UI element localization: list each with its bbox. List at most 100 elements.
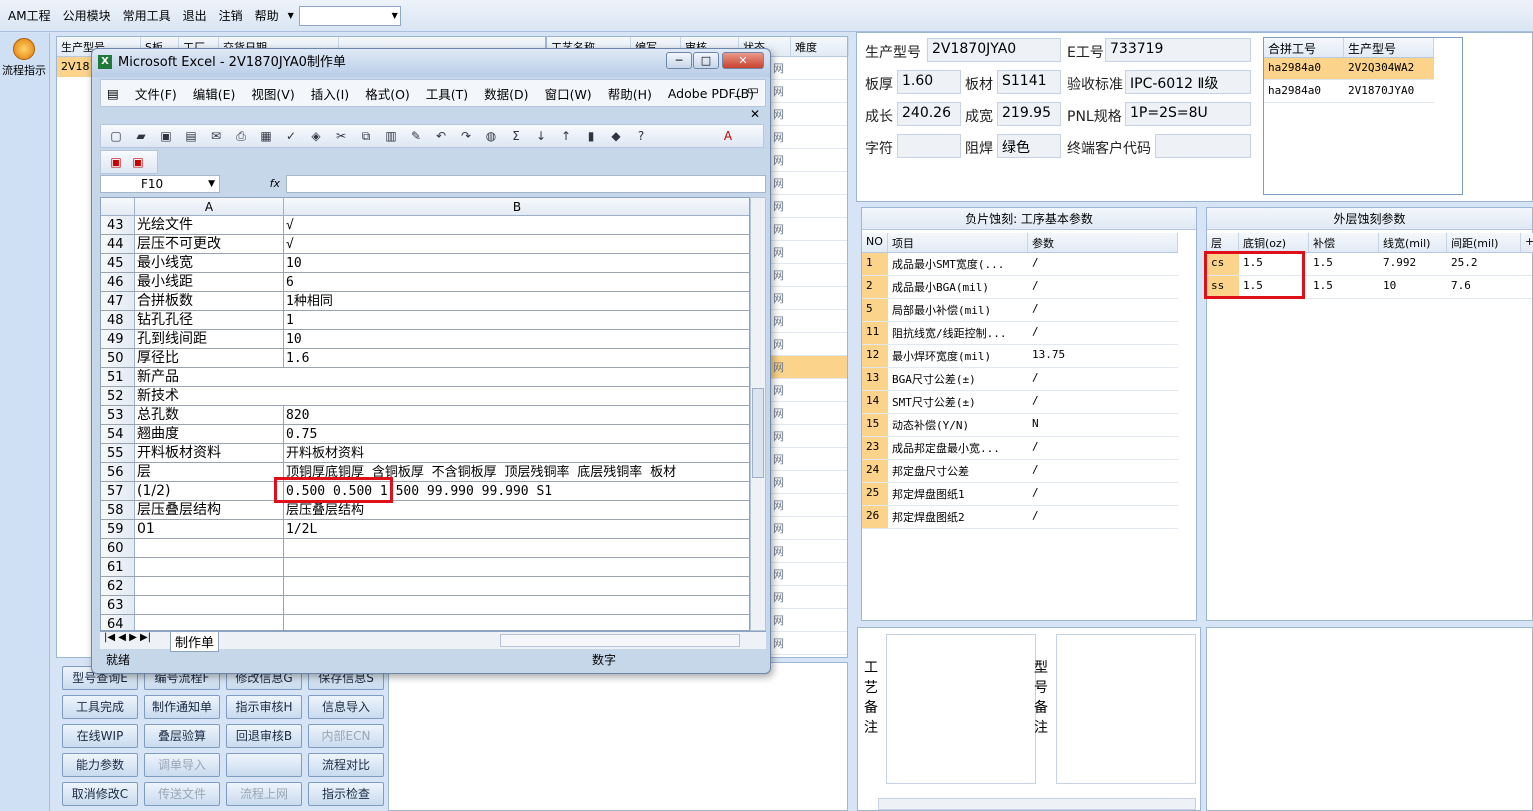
- action-button[interactable]: 调单导入: [144, 753, 220, 777]
- field-pnl[interactable]: 1P=2S=8U: [1125, 102, 1251, 126]
- cell-a[interactable]: [135, 577, 284, 595]
- row-number[interactable]: 56: [101, 463, 135, 481]
- excel-menu-format[interactable]: 格式(O): [357, 84, 418, 103]
- name-box[interactable]: F10 ▼: [100, 175, 220, 193]
- col-item[interactable]: 项目: [888, 233, 1028, 252]
- new-icon[interactable]: ▢: [109, 129, 123, 143]
- action-button[interactable]: [226, 753, 302, 777]
- field-material[interactable]: S1141: [997, 70, 1061, 94]
- drawing-icon[interactable]: ◆: [609, 129, 623, 143]
- cell-a[interactable]: [135, 615, 284, 630]
- column-header-b[interactable]: B: [284, 198, 749, 216]
- cell-b[interactable]: [284, 368, 749, 386]
- preview-icon[interactable]: ▦: [259, 129, 273, 143]
- close-icon[interactable]: ✕: [722, 52, 764, 69]
- column-header-a[interactable]: A: [135, 198, 284, 216]
- action-button[interactable]: 在线WIP: [62, 724, 138, 748]
- row-number[interactable]: 47: [101, 292, 135, 310]
- row-number[interactable]: 57: [101, 482, 135, 500]
- etch-param-row[interactable]: 23 成品邦定盘最小宽... /: [862, 437, 1178, 460]
- cell-b[interactable]: 10: [284, 254, 749, 272]
- etch-param-row[interactable]: 1 成品最小SMT宽度(... /: [862, 253, 1178, 276]
- etch-param-row[interactable]: 15 动态补偿(Y/N) N: [862, 414, 1178, 437]
- cell-b[interactable]: √: [284, 235, 749, 253]
- action-button[interactable]: 能力参数: [62, 753, 138, 777]
- row-number[interactable]: 59: [101, 520, 135, 538]
- field-standard[interactable]: IPC-6012 Ⅱ级: [1125, 70, 1251, 94]
- cell-a[interactable]: 新技术: [135, 387, 284, 405]
- maximize-icon[interactable]: □: [693, 52, 719, 69]
- print-icon[interactable]: ⎙: [234, 129, 248, 143]
- cell-b[interactable]: 1: [284, 311, 749, 329]
- menu-dropdown-small[interactable]: ▼: [288, 11, 294, 20]
- cell-b[interactable]: √: [284, 216, 749, 234]
- fx-icon[interactable]: fx: [222, 175, 286, 193]
- merge-row[interactable]: ha2984a0 2V1870JYA0: [1264, 81, 1434, 103]
- cell-b[interactable]: [284, 558, 749, 576]
- row-number[interactable]: 53: [101, 406, 135, 424]
- spelling-icon[interactable]: ✓: [284, 129, 298, 143]
- undo-icon[interactable]: ↶: [434, 129, 448, 143]
- excel-menu-file[interactable]: 文件(F): [127, 84, 185, 103]
- col-layer[interactable]: 层: [1207, 233, 1239, 252]
- scroll-thumb[interactable]: [752, 388, 764, 478]
- sort-asc-icon[interactable]: ↓: [534, 129, 548, 143]
- chart-icon[interactable]: ▮: [584, 129, 598, 143]
- excel-menu-tools[interactable]: 工具(T): [418, 84, 476, 103]
- action-button[interactable]: 回退审核B: [226, 724, 302, 748]
- excel-menu-help[interactable]: 帮助(H): [600, 84, 660, 103]
- tab-nav-icons[interactable]: |◀ ◀ ▶ ▶|: [104, 632, 151, 643]
- cell-a[interactable]: (1/2): [135, 482, 284, 500]
- model-remark-field[interactable]: [1056, 634, 1196, 784]
- process-remark-field[interactable]: [886, 634, 1036, 784]
- flow-indicator-button[interactable]: 流程指示: [0, 38, 48, 82]
- field-eno[interactable]: 733719: [1105, 38, 1251, 62]
- remarks-hscroll[interactable]: [878, 798, 1196, 810]
- field-char[interactable]: [897, 134, 961, 158]
- cell-b[interactable]: 1种相同: [284, 292, 749, 310]
- cell-a[interactable]: 钻孔孔径: [135, 311, 284, 329]
- action-button[interactable]: 流程对比: [308, 753, 384, 777]
- merge-row[interactable]: ha2984a0 2V2Q304WA2: [1264, 58, 1434, 80]
- action-button[interactable]: 信息导入: [308, 695, 384, 719]
- row-number[interactable]: 62: [101, 577, 135, 595]
- select-all-corner[interactable]: [101, 198, 135, 216]
- menu-logout[interactable]: 注销: [213, 7, 249, 24]
- cell-b[interactable]: [284, 596, 749, 614]
- etch-param-row[interactable]: 2 成品最小BGA(mil) /: [862, 276, 1178, 299]
- open-icon[interactable]: ▰: [134, 129, 148, 143]
- action-button[interactable]: 内部ECN: [308, 724, 384, 748]
- row-number[interactable]: 46: [101, 273, 135, 291]
- cell-b[interactable]: 层压叠层结构: [284, 501, 749, 519]
- row-number[interactable]: 63: [101, 596, 135, 614]
- row-number[interactable]: 64: [101, 615, 135, 630]
- etch-param-row[interactable]: 25 邦定焊盘图纸1 /: [862, 483, 1178, 506]
- menu-common-tools[interactable]: 常用工具: [117, 7, 177, 24]
- col-merge-eno[interactable]: 合拼工号: [1264, 38, 1344, 57]
- etch-param-row[interactable]: 11 阻抗线宽/线距控制... /: [862, 322, 1178, 345]
- row-number[interactable]: 52: [101, 387, 135, 405]
- copy-icon[interactable]: ⧉: [359, 129, 373, 143]
- menu-public-module[interactable]: 公用模块: [57, 7, 117, 24]
- row-number[interactable]: 58: [101, 501, 135, 519]
- action-button[interactable]: 叠层验算: [144, 724, 220, 748]
- cell-b[interactable]: [284, 387, 749, 405]
- add-column-icon[interactable]: +: [1521, 233, 1533, 252]
- cell-b[interactable]: [284, 577, 749, 595]
- menubar-combo[interactable]: ▼: [298, 5, 401, 26]
- cell-a[interactable]: 光绘文件: [135, 216, 284, 234]
- field-customer[interactable]: [1155, 134, 1251, 158]
- row-number[interactable]: 49: [101, 330, 135, 348]
- col-merge-model[interactable]: 生产型号: [1344, 38, 1434, 57]
- row-number[interactable]: 44: [101, 235, 135, 253]
- cell-b[interactable]: 开料板材资料: [284, 444, 749, 462]
- sort-desc-icon[interactable]: ↑: [559, 129, 573, 143]
- action-button[interactable]: 指示审核H: [226, 695, 302, 719]
- excel-menu-data[interactable]: 数据(D): [476, 84, 536, 103]
- cell-a[interactable]: 新产品: [135, 368, 284, 386]
- cell-b[interactable]: 0.75: [284, 425, 749, 443]
- field-length[interactable]: 240.26: [897, 102, 961, 126]
- col-difficulty[interactable]: 难度: [791, 37, 849, 56]
- row-number[interactable]: 54: [101, 425, 135, 443]
- action-button[interactable]: 指示检查: [308, 782, 384, 806]
